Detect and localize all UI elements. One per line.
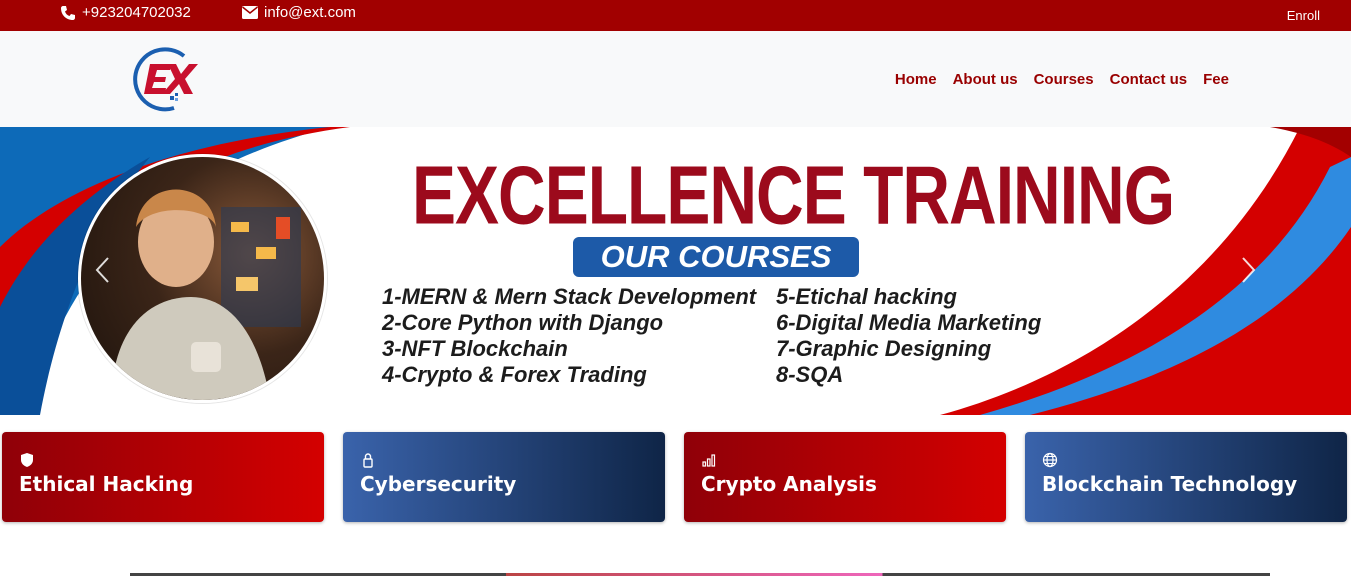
carousel-prev-button[interactable] xyxy=(90,255,116,285)
course-list-left: 1-MERN & Mern Stack Development 2-Core P… xyxy=(382,284,756,388)
chevron-right-icon xyxy=(1242,257,1256,283)
shield-icon xyxy=(21,453,33,467)
enroll-link[interactable]: Enroll xyxy=(1287,8,1320,23)
nav-home[interactable]: Home xyxy=(895,71,937,88)
email-contact[interactable]: info@ext.com xyxy=(242,4,356,21)
card-title: Crypto Analysis xyxy=(701,472,877,496)
nav-courses[interactable]: Courses xyxy=(1034,71,1094,88)
phone-icon xyxy=(61,5,75,20)
carousel-next-button[interactable] xyxy=(1235,255,1261,285)
top-contact-bar: +923204702032 info@ext.com Enroll xyxy=(0,0,1351,31)
primary-nav: Home About us Courses Contact us Fee xyxy=(895,71,1229,88)
course-item: 3-NFT Blockchain xyxy=(382,336,568,361)
card-blockchain-technology[interactable]: Blockchain Technology xyxy=(1025,432,1347,522)
card-ethical-hacking[interactable]: Ethical Hacking xyxy=(2,432,324,522)
main-navbar: Home About us Courses Contact us Fee xyxy=(0,31,1351,127)
our-courses-heading: OUR COURSES xyxy=(573,237,859,277)
nav-contact-us[interactable]: Contact us xyxy=(1110,71,1188,88)
nav-fee[interactable]: Fee xyxy=(1203,71,1229,88)
phone-contact[interactable]: +923204702032 xyxy=(60,4,191,21)
card-cybersecurity[interactable]: Cybersecurity xyxy=(343,432,665,522)
chart-icon xyxy=(702,454,716,467)
card-title: Cybersecurity xyxy=(360,472,517,496)
card-title: Blockchain Technology xyxy=(1042,472,1298,496)
card-crypto-analysis[interactable]: Crypto Analysis xyxy=(684,432,1006,522)
course-item: 4-Crypto & Forex Trading xyxy=(382,362,647,387)
nav-about-us[interactable]: About us xyxy=(953,71,1018,88)
ext-logo[interactable] xyxy=(132,46,202,112)
lock-icon xyxy=(363,453,373,468)
hero-carousel: EXCELLENCE TRAINING OUR COURSES 1-MERN &… xyxy=(0,127,1351,415)
course-list-right: 5-Etichal hacking 6-Digital Media Market… xyxy=(776,284,1041,388)
chevron-left-icon xyxy=(95,257,109,283)
banner-title: EXCELLENCE TRAINING xyxy=(412,148,1175,241)
course-item: 1-MERN & Mern Stack Development xyxy=(382,284,757,309)
course-item: 7-Graphic Designing xyxy=(776,336,992,361)
envelope-icon xyxy=(242,6,258,19)
course-item: 2-Core Python with Django xyxy=(382,310,664,335)
course-item: 8-SQA xyxy=(776,362,844,387)
email-address: info@ext.com xyxy=(264,4,356,21)
course-item: 5-Etichal hacking xyxy=(776,284,957,309)
globe-icon xyxy=(1042,452,1058,468)
card-title: Ethical Hacking xyxy=(19,472,194,496)
phone-number: +923204702032 xyxy=(82,4,191,21)
course-item: 6-Digital Media Marketing xyxy=(776,310,1042,335)
